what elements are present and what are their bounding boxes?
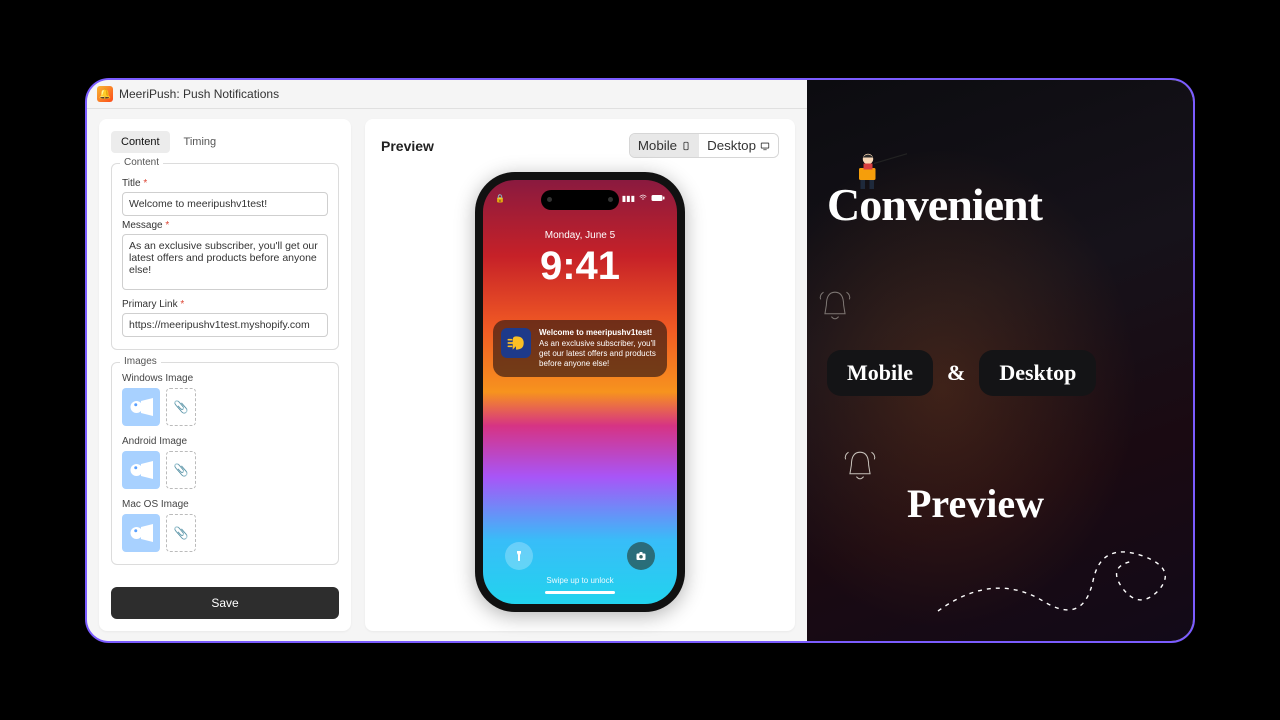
status-right: ▮▮▮ — [622, 194, 665, 203]
phone-preview-wrap: 🔒 ▮▮▮ Monday, Ju — [381, 166, 779, 617]
swipe-text: Swipe up to unlock — [546, 576, 613, 585]
macos-image-group: Mac OS Image 📎 — [122, 499, 222, 552]
required-mark: * — [180, 299, 184, 310]
toggle-mobile[interactable]: Mobile — [630, 134, 699, 157]
content-fieldset: Content Title * Message * As an exclusiv… — [111, 163, 339, 350]
attachment-icon: 📎 — [174, 400, 189, 414]
monitor-icon — [760, 141, 770, 151]
windows-image-label: Windows Image — [122, 373, 222, 384]
app-title: MeeriPush: Push Notifications — [119, 87, 279, 101]
dynamic-island — [541, 190, 619, 210]
battery-icon — [651, 194, 665, 202]
flashlight-icon — [513, 550, 525, 562]
message-label: Message * — [122, 220, 328, 231]
link-input[interactable] — [122, 313, 328, 337]
toggle-desktop[interactable]: Desktop — [699, 134, 778, 157]
macos-image-upload[interactable]: 📎 — [166, 514, 196, 552]
signal-icon: ▮▮▮ — [622, 194, 635, 203]
camera-icon — [635, 550, 647, 562]
marketing-headline: Convenient — [827, 178, 1183, 231]
notification-body: As an exclusive subscriber, you'll get o… — [539, 339, 659, 369]
required-mark: * — [143, 178, 147, 189]
tab-timing[interactable]: Timing — [174, 131, 227, 153]
notification-card: Welcome to meeripushv1test! As an exclus… — [493, 320, 667, 377]
wifi-icon — [638, 194, 648, 202]
title-label: Title * — [122, 178, 328, 189]
images-row: Windows Image 📎 Android — [122, 373, 328, 552]
pill-mobile: Mobile — [827, 350, 933, 396]
windows-image-thumb[interactable] — [122, 388, 160, 426]
notification-title: Welcome to meeripushv1test! — [539, 328, 659, 338]
macos-image-thumb[interactable] — [122, 514, 160, 552]
ampersand: & — [947, 360, 965, 386]
android-image-label: Android Image — [122, 436, 222, 447]
app-icon: 🔔 — [97, 86, 113, 102]
images-legend: Images — [120, 356, 161, 367]
form-panel: Content Timing Content Title * Message *… — [99, 119, 351, 631]
link-label: Primary Link * — [122, 299, 328, 310]
title-input[interactable] — [122, 192, 328, 216]
bell-icon — [812, 285, 858, 331]
flashlight-button[interactable] — [505, 542, 533, 570]
titlebar: 🔔 MeeriPush: Push Notifications — [87, 80, 807, 109]
android-image-group: Android Image 📎 — [122, 436, 222, 489]
tab-content[interactable]: Content — [111, 131, 170, 153]
lock-icon: 🔒 — [495, 194, 505, 203]
lock-date: Monday, June 5 — [483, 230, 677, 241]
lock-footer: Swipe up to unlock — [483, 542, 677, 594]
phone-icon — [681, 141, 691, 151]
app-window: 🔔 MeeriPush: Push Notifications Content … — [85, 78, 1195, 643]
form-tabs: Content Timing — [111, 131, 339, 153]
island-dot — [547, 197, 552, 202]
scribble-decoration — [933, 511, 1193, 631]
lock-buttons — [483, 542, 677, 570]
android-image-thumb[interactable] — [122, 451, 160, 489]
windows-image-group: Windows Image 📎 — [122, 373, 222, 426]
android-image-upload[interactable]: 📎 — [166, 451, 196, 489]
phone-frame: 🔒 ▮▮▮ Monday, Ju — [475, 172, 685, 612]
notification-text: Welcome to meeripushv1test! As an exclus… — [539, 328, 659, 369]
preview-header: Preview Mobile Desktop — [381, 133, 779, 158]
app-body: Content Timing Content Title * Message *… — [87, 109, 807, 641]
preview-title: Preview — [381, 138, 434, 154]
windows-image-upload[interactable]: 📎 — [166, 388, 196, 426]
phone-screen: 🔒 ▮▮▮ Monday, Ju — [483, 180, 677, 604]
preview-panel: Preview Mobile Desktop — [365, 119, 795, 631]
notification-app-icon — [501, 328, 531, 358]
pill-row: Mobile & Desktop — [827, 350, 1183, 396]
content-legend: Content — [120, 157, 163, 168]
island-dot — [608, 197, 613, 202]
home-indicator — [545, 591, 615, 594]
attachment-icon: 📎 — [174, 463, 189, 477]
camera-button[interactable] — [627, 542, 655, 570]
device-toggle: Mobile Desktop — [629, 133, 779, 158]
app-area: 🔔 MeeriPush: Push Notifications Content … — [87, 80, 807, 641]
bell-icon — [837, 445, 883, 491]
images-fieldset: Images Windows Image 📎 — [111, 362, 339, 565]
pill-desktop: Desktop — [979, 350, 1096, 396]
lock-time: 9:41 — [483, 244, 677, 289]
attachment-icon: 📎 — [174, 526, 189, 540]
marketing-panel: Convenient Mobile & Desktop Preview — [807, 80, 1193, 641]
save-button[interactable]: Save — [111, 587, 339, 619]
macos-image-label: Mac OS Image — [122, 499, 222, 510]
message-input[interactable]: As an exclusive subscriber, you'll get o… — [122, 234, 328, 290]
required-mark: * — [165, 220, 169, 231]
